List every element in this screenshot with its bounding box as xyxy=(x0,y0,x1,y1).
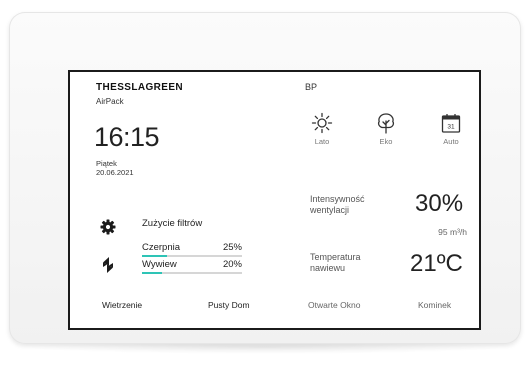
filter-czerpnia-bar xyxy=(142,255,242,257)
ventilation-label: Intensywność wentylacji xyxy=(310,194,390,216)
filter-row-czerpnia[interactable]: Czerpnia 25% xyxy=(142,242,242,257)
bypass-status: BP xyxy=(305,82,318,92)
filter-wywiew-bar xyxy=(142,272,242,274)
mode-eko-button[interactable]: Eko xyxy=(364,112,408,146)
svg-text:31: 31 xyxy=(447,124,455,131)
action-wietrzenie-button[interactable]: Wietrzenie xyxy=(102,300,142,310)
mode-lato-button[interactable]: Lato xyxy=(300,112,344,146)
ventilation-percent[interactable]: 30% xyxy=(415,190,463,218)
brand-name: THESSLAGREEN xyxy=(96,82,184,93)
mode-auto-button[interactable]: 31 Auto xyxy=(429,112,473,146)
action-otwarte-okno-button[interactable]: Otwarte Okno xyxy=(308,300,360,310)
calendar-icon: 31 xyxy=(441,114,461,133)
filter-czerpnia-bar-fill xyxy=(142,255,167,257)
thesslagreen-logo-icon xyxy=(103,257,113,273)
clock-time: 16:15 xyxy=(94,122,160,152)
temperature-label-line2: nawiewu xyxy=(310,263,346,273)
mode-auto-label: Auto xyxy=(443,137,459,146)
filter-wywiew-value: 20% xyxy=(222,259,242,270)
device-frame: THESSLAGREEN AirPack BP 16:15 Piątek 20.… xyxy=(9,12,521,344)
temperature-label: Temperatura nawiewu xyxy=(310,252,390,274)
ventilation-label-line1: Intensywność xyxy=(310,194,365,204)
mode-eko-label: Eko xyxy=(379,137,393,146)
clock-day: Piątek xyxy=(96,159,117,168)
sun-icon xyxy=(311,112,333,134)
filter-czerpnia-label: Czerpnia xyxy=(142,242,181,253)
filter-row-wywiew[interactable]: Wywiew 20% xyxy=(142,259,242,274)
action-pusty-dom-button[interactable]: Pusty Dom xyxy=(208,300,250,310)
eco-tree-icon xyxy=(377,113,395,134)
mode-lato-label: Lato xyxy=(314,137,330,146)
temperature-label-line1: Temperatura xyxy=(310,252,361,262)
filter-wywiew-bar-fill xyxy=(142,272,162,274)
clock-date: 20.06.2021 xyxy=(96,168,134,177)
filter-wywiew-label: Wywiew xyxy=(142,259,177,270)
model-name: AirPack xyxy=(96,97,124,106)
ventilation-label-line2: wentylacji xyxy=(310,205,350,215)
action-kominek-button[interactable]: Kominek xyxy=(418,300,451,310)
filter-czerpnia-value: 25% xyxy=(222,242,242,253)
ventilation-flow: 95 m³/h xyxy=(438,227,467,237)
filters-title: Zużycie filtrów xyxy=(142,218,203,229)
control-panel-screen: THESSLAGREEN AirPack BP 16:15 Piątek 20.… xyxy=(68,70,481,330)
temperature-value[interactable]: 21ºC xyxy=(410,250,463,278)
gear-icon[interactable] xyxy=(100,219,116,235)
